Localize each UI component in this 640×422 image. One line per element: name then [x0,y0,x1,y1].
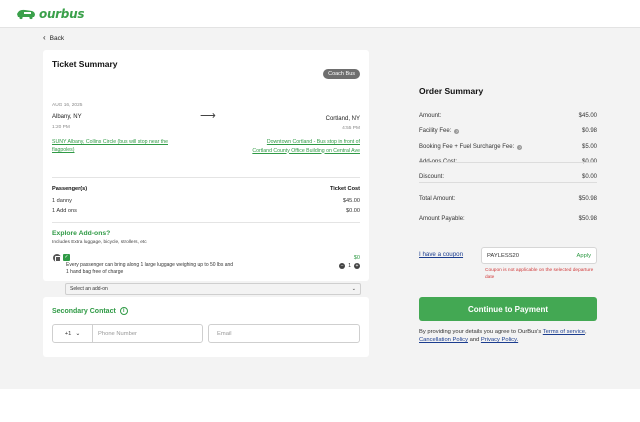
addons-row-value: $0.00 [346,208,360,214]
passengers-header: Passenger(s) [52,186,88,192]
passenger-row-label: 1 danny [52,198,72,204]
increment-button[interactable]: + [354,263,360,269]
top-header: ourbus [0,0,640,28]
brand-logo[interactable]: ourbus [16,7,84,21]
origin-city: Albany, NY [52,114,82,120]
terms-and: and [467,337,481,343]
secondary-contact-title: Secondary Contact i [52,307,128,315]
booking-fee-value: $5.00 [581,144,597,150]
email-input[interactable] [208,324,360,343]
addon-select-value: Select an add-on [70,286,108,292]
trip-date: AUG 16, 2025 [52,103,83,108]
discount-row: Discount: $0.00 [419,174,597,180]
payable-row: Amount Payable: $50.98 [419,216,597,222]
payable-label: Amount Payable: [419,216,465,222]
back-label: Back [49,34,65,42]
discount-value: $0.00 [581,174,597,180]
divider [419,182,597,183]
destination-stop-link[interactable]: Downtown Cortland - Bus stop in front of… [250,138,360,155]
luggage-quantity: 1 [348,263,351,269]
amount-value: $45.00 [578,113,597,119]
back-link[interactable]: ‹ Back [43,34,64,42]
privacy-policy-link[interactable]: Privacy Policy. [481,337,518,343]
payable-value: $50.98 [578,216,597,222]
info-icon[interactable]: i [119,307,128,315]
booking-fee-row: Booking Fee + Fuel Surcharge Fee:? $5.00 [419,144,597,150]
coupon-field: Apply [481,247,597,264]
destination-city: Cortland, NY [325,116,360,122]
addons-row-label: 1 Add ons [52,208,77,214]
amount-label: Amount: [419,113,442,119]
vehicle-badge: Coach Bus [323,69,360,79]
terms-text: By providing your details you agree to O… [419,328,599,344]
facility-fee-label: Facility Fee: [419,128,452,134]
origin-time: 1:20 PM [52,125,70,130]
terms-separator: , [584,329,587,335]
arrow-right-icon: ⟶ [200,110,216,122]
divider [52,222,360,223]
total-label: Total Amount: [419,196,456,202]
discount-label: Discount: [419,174,445,180]
coupon-error-message: Coupon is not applicable on the selected… [485,268,594,280]
luggage-icon [53,254,61,262]
facility-fee-row: Facility Fee:? $0.98 [419,128,597,134]
luggage-quantity-stepper: − 1 + [339,263,360,269]
total-value: $50.98 [578,196,597,202]
divider [52,177,360,178]
help-icon[interactable]: ? [517,144,523,150]
amount-row: Amount: $45.00 [419,113,597,119]
booking-fee-label: Booking Fee + Fuel Surcharge Fee: [419,144,515,150]
apply-coupon-button[interactable]: Apply [576,253,591,259]
decrement-button[interactable]: − [339,263,346,269]
luggage-checkbox[interactable]: ✓ [63,254,70,261]
terms-of-service-link[interactable]: Terms of service [543,329,585,335]
secondary-contact-card: Secondary Contact i +1 ⌄ [43,297,369,357]
ticket-cost-header: Ticket Cost [329,186,360,192]
cancellation-policy-link[interactable]: Cancellation Policy [419,337,468,343]
ticket-summary-title: Ticket Summary [52,59,118,69]
chevron-down-icon: ⌄ [351,286,356,292]
brand-name: ourbus [39,7,85,21]
phone-input[interactable] [93,330,202,337]
coupon-input[interactable] [487,252,557,259]
ticket-summary-card: Ticket Summary Coach Bus AUG 16, 2025 Al… [43,50,369,295]
facility-fee-value: $0.98 [581,128,597,134]
passenger-row-value: $45.00 [342,198,360,204]
chevron-down-icon: ⌄ [75,330,81,337]
luggage-description: Every passenger can bring along 1 large … [66,262,234,275]
help-icon[interactable]: ? [454,128,460,134]
addons-title: Explore Add-ons? [52,230,111,237]
secondary-contact-label: Secondary Contact [52,307,116,315]
divider [419,162,597,163]
origin-stop-link[interactable]: SUNY Albany, Collins Circle (bus will st… [52,138,182,154]
terms-prefix: By providing your details you agree to O… [419,329,543,335]
coupon-link[interactable]: I have a coupon [419,251,463,258]
destination-time: 4:55 PM [342,126,360,131]
chevron-left-icon: ‹ [43,33,46,42]
addon-select[interactable]: Select an add-on ⌄ [65,283,361,295]
bus-logo-icon [17,9,35,20]
country-code-select[interactable]: +1 ⌄ [53,325,93,342]
country-code-value: +1 [64,330,72,337]
total-row: Total Amount: $50.98 [419,196,597,202]
checkout-page: ‹ Back Ticket Summary Coach Bus AUG 16, … [0,28,640,389]
addons-subtitle: Includes Extra luggage, bicycle, strolle… [52,240,147,245]
order-summary-title: Order Summary [419,86,484,96]
phone-field: +1 ⌄ [52,324,203,343]
luggage-price: $0 [353,255,360,261]
continue-to-payment-button[interactable]: Continue to Payment [419,297,597,321]
